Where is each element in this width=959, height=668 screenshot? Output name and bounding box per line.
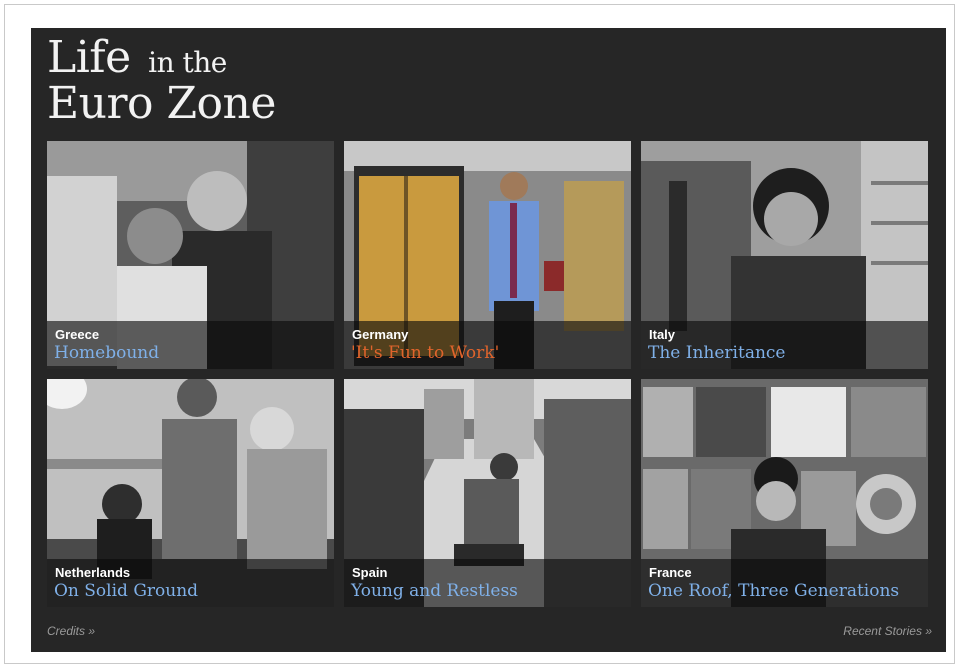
story-tile-france[interactable]: France One Roof, Three Generations (641, 379, 928, 607)
country-label-italy: Italy (649, 327, 676, 342)
feature-title: Life in the Euro Zone (47, 36, 276, 126)
country-label-spain: Spain (352, 565, 388, 580)
title-word-in-the: in the (148, 46, 227, 79)
credits-link[interactable]: Credits » (47, 624, 95, 638)
story-link-young-restless[interactable]: Young and Restless (351, 581, 518, 601)
story-link-one-roof[interactable]: One Roof, Three Generations (648, 581, 899, 601)
feature-panel: Life in the Euro Zone Greece Homebound G… (31, 28, 946, 652)
france-caption: France One Roof, Three Generations (641, 559, 928, 607)
netherlands-caption: Netherlands On Solid Ground (47, 559, 334, 607)
story-tile-italy[interactable]: Italy The Inheritance (641, 141, 928, 369)
country-label-greece: Greece (55, 327, 100, 342)
story-tile-spain[interactable]: Spain Young and Restless (344, 379, 631, 607)
story-tile-greece[interactable]: Greece Homebound (47, 141, 334, 369)
story-tile-netherlands[interactable]: Netherlands On Solid Ground (47, 379, 334, 607)
country-label-france: France (649, 565, 692, 580)
title-word-euro-zone: Euro Zone (47, 78, 276, 129)
italy-caption: Italy The Inheritance (641, 321, 928, 369)
title-word-life: Life (47, 32, 131, 83)
germany-caption: Germany 'It's Fun to Work' (344, 321, 631, 369)
story-link-fun-to-work[interactable]: 'It's Fun to Work' (351, 343, 499, 363)
story-link-inheritance[interactable]: The Inheritance (648, 343, 786, 363)
country-label-germany: Germany (352, 327, 409, 342)
spain-caption: Spain Young and Restless (344, 559, 631, 607)
story-tile-germany[interactable]: Germany 'It's Fun to Work' (344, 141, 631, 369)
story-link-homebound[interactable]: Homebound (54, 343, 159, 363)
recent-stories-link[interactable]: Recent Stories » (843, 624, 932, 638)
greece-caption: Greece Homebound (47, 321, 334, 369)
country-label-netherlands: Netherlands (55, 565, 131, 580)
story-link-solid-ground[interactable]: On Solid Ground (54, 581, 198, 601)
